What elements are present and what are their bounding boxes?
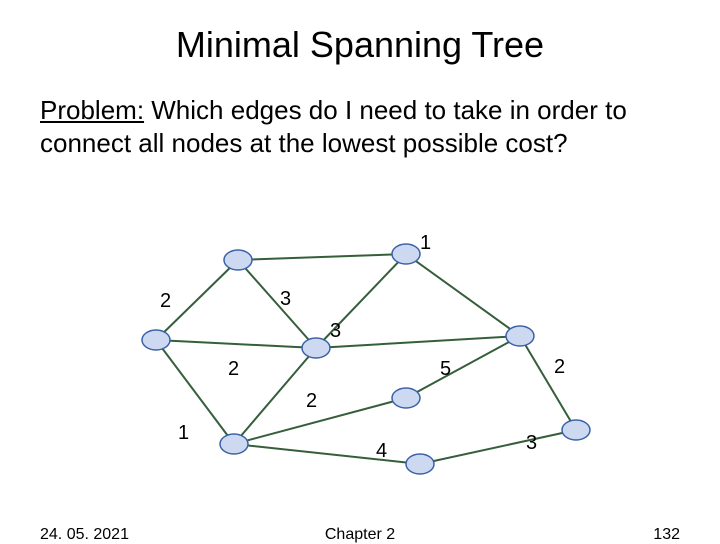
graph-edge bbox=[156, 340, 234, 444]
graph-node bbox=[392, 388, 420, 408]
graph-edge bbox=[238, 254, 406, 260]
edge-weight: 5 bbox=[440, 358, 451, 381]
graph-edge bbox=[234, 444, 420, 464]
edge-weight: 3 bbox=[526, 432, 537, 455]
edge-weight: 1 bbox=[178, 422, 189, 445]
graph-svg bbox=[0, 240, 720, 500]
footer-date: 24. 05. 2021 bbox=[40, 526, 129, 544]
footer-chapter: Chapter 2 bbox=[325, 526, 395, 544]
problem-lead: Problem: bbox=[40, 95, 144, 125]
graph-node bbox=[392, 244, 420, 264]
graph-node bbox=[562, 420, 590, 440]
graph-edge bbox=[234, 348, 316, 444]
edge-weight: 2 bbox=[306, 390, 317, 413]
graph-node bbox=[142, 330, 170, 350]
edge-weight: 4 bbox=[376, 440, 387, 463]
edge-weight: 3 bbox=[280, 288, 291, 311]
graph-node bbox=[406, 454, 434, 474]
graph-edge bbox=[406, 254, 520, 336]
graph-edge bbox=[520, 336, 576, 430]
graph-edge bbox=[238, 260, 316, 348]
footer-page: 132 bbox=[653, 526, 680, 544]
graph-edge bbox=[406, 336, 520, 398]
graph-node bbox=[302, 338, 330, 358]
edge-weight: 2 bbox=[554, 356, 565, 379]
graph-node bbox=[506, 326, 534, 346]
graph-edge bbox=[316, 336, 520, 348]
problem-text: Problem: Which edges do I need to take i… bbox=[0, 66, 720, 159]
edge-weight: 1 bbox=[420, 232, 431, 255]
edge-weight: 3 bbox=[330, 320, 341, 343]
graph-edge bbox=[234, 398, 406, 444]
edge-weight: 2 bbox=[228, 358, 239, 381]
graph-node bbox=[224, 250, 252, 270]
graph-node bbox=[220, 434, 248, 454]
page-title: Minimal Spanning Tree bbox=[0, 0, 720, 66]
graph-edge bbox=[156, 340, 316, 348]
edge-weight: 2 bbox=[160, 290, 171, 313]
graph-edge bbox=[420, 430, 576, 464]
graph-area: 12332252431 bbox=[0, 240, 720, 500]
